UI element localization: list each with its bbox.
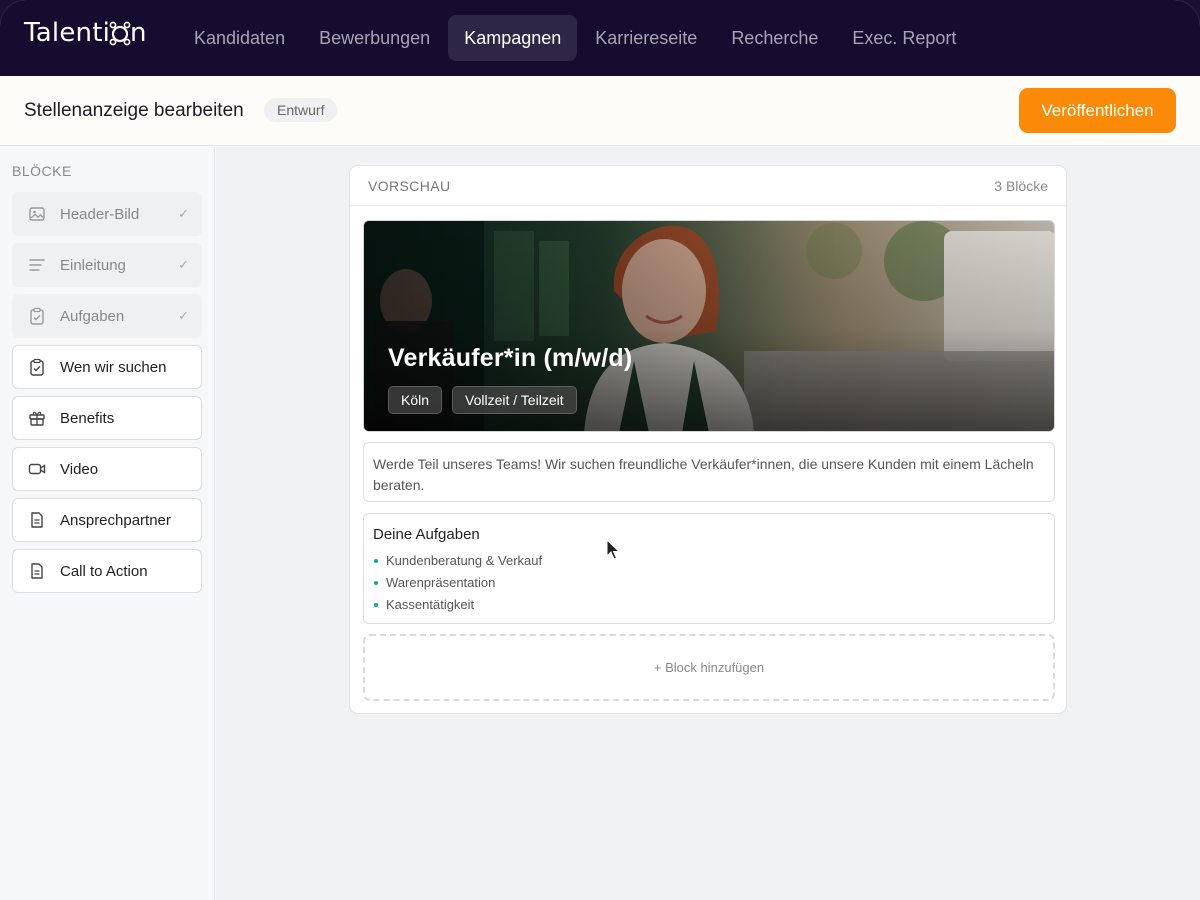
nav-item-karriereseite[interactable]: Karriereseite — [579, 15, 713, 61]
image-icon — [28, 205, 46, 223]
status-badge: Entwurf — [264, 98, 338, 122]
hero-image-block[interactable]: Verkäufer*in (m/w/d) Köln Vollzeit / Tei… — [363, 220, 1055, 432]
check-icon: ✓ — [178, 257, 189, 272]
tasks-block[interactable]: Deine Aufgaben Kundenberatung & Verkauf … — [363, 513, 1055, 624]
block-item-wen-wir-suchen[interactable]: Wen wir suchen — [12, 345, 202, 389]
brand-name-part1: Talenti — [24, 18, 111, 48]
block-list: Header-Bild ✓ Einleitung ✓ Aufgaben ✓ We… — [12, 192, 202, 600]
editor-header: Stellenanzeige bearbeiten Entwurf Veröff… — [0, 76, 1200, 146]
block-item-label: Video — [60, 460, 99, 478]
block-item-label: Header-Bild — [60, 205, 140, 223]
nav-item-bewerbungen[interactable]: Bewerbungen — [303, 15, 446, 61]
clipboard-check-icon — [28, 307, 46, 325]
tasks-list: Kundenberatung & Verkauf Warenpräsentati… — [373, 550, 1045, 616]
clipboard-check-icon — [28, 358, 46, 376]
block-item-label: Wen wir suchen — [60, 358, 167, 376]
logo-network-icon — [109, 21, 131, 46]
block-item-label: Benefits — [60, 409, 115, 427]
preview-label: VORSCHAU — [368, 177, 451, 194]
video-icon — [28, 460, 46, 478]
preview-card: VORSCHAU 3 Blöcke Verkäufer*in (m/w/d) K… — [349, 165, 1067, 714]
tasks-title: Deine Aufgaben — [373, 526, 480, 543]
job-title: Verkäufer*in (m/w/d) — [388, 344, 633, 372]
list-item: Kassentätigkeit — [373, 594, 1045, 616]
sidebar-heading: BLÖCKE — [12, 163, 72, 179]
nav-item-kandidaten[interactable]: Kandidaten — [178, 15, 301, 61]
block-item-header-bild[interactable]: Header-Bild ✓ — [12, 192, 202, 236]
text-lines-icon — [28, 256, 46, 274]
document-icon — [28, 511, 46, 529]
app-window: Talenti n Kandidaten Bewerbungen Kampagn… — [0, 0, 1200, 900]
document-icon — [28, 562, 46, 580]
block-item-call-to-action[interactable]: Call to Action — [12, 549, 202, 593]
page-title: Stellenanzeige bearbeiten — [24, 100, 244, 121]
nav-item-exec-report[interactable]: Exec. Report — [836, 15, 972, 61]
mouse-cursor-icon — [606, 539, 621, 560]
main-nav: Kandidaten Bewerbungen Kampagnen Karrier… — [178, 15, 974, 61]
block-item-label: Call to Action — [60, 562, 148, 580]
employment-type-tag: Vollzeit / Teilzeit — [452, 386, 577, 414]
nav-item-recherche[interactable]: Recherche — [715, 15, 834, 61]
block-item-benefits[interactable]: Benefits — [12, 396, 202, 440]
block-item-label: Einleitung — [60, 256, 126, 274]
blocks-sidebar: BLÖCKE Header-Bild ✓ Einleitung ✓ Aufgab… — [0, 147, 215, 900]
check-icon: ✓ — [178, 206, 189, 221]
location-tag: Köln — [388, 386, 443, 414]
block-count: 3 Blöcke — [994, 177, 1048, 194]
block-item-ansprechpartner[interactable]: Ansprechpartner — [12, 498, 202, 542]
main-canvas: VORSCHAU 3 Blöcke Verkäufer*in (m/w/d) K… — [216, 147, 1200, 900]
block-item-einleitung[interactable]: Einleitung ✓ — [12, 243, 202, 287]
block-item-label: Aufgaben — [60, 307, 125, 325]
publish-button[interactable]: Veröffentlichen — [1019, 88, 1176, 133]
preview-header: VORSCHAU 3 Blöcke — [350, 166, 1066, 206]
intro-block[interactable]: Werde Teil unseres Teams! Wir suchen fre… — [363, 442, 1055, 502]
block-item-aufgaben[interactable]: Aufgaben ✓ — [12, 294, 202, 338]
hero-tags: Köln Vollzeit / Teilzeit — [388, 386, 577, 414]
gift-icon — [28, 409, 46, 427]
nav-item-kampagnen[interactable]: Kampagnen — [448, 15, 578, 61]
top-navigation: Talenti n Kandidaten Bewerbungen Kampagn… — [0, 0, 1200, 76]
block-item-video[interactable]: Video — [12, 447, 202, 491]
check-icon: ✓ — [178, 308, 189, 323]
list-item: Warenpräsentation — [373, 572, 1045, 594]
add-block-button[interactable]: + Block hinzufügen — [363, 634, 1055, 701]
brand-name-part2: n — [130, 18, 147, 48]
list-item: Kundenberatung & Verkauf — [373, 550, 1045, 572]
brand-logo[interactable]: Talenti n — [24, 18, 147, 48]
block-item-label: Ansprechpartner — [60, 511, 171, 529]
